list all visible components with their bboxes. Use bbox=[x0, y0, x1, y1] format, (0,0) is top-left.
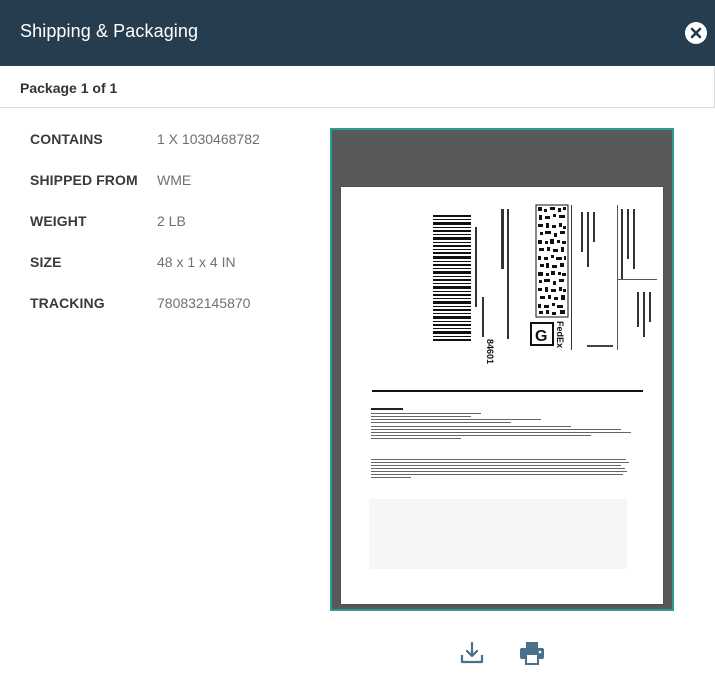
barcode-graphic bbox=[433, 215, 471, 343]
download-button[interactable] bbox=[459, 640, 485, 666]
detail-label: SHIPPED FROM bbox=[30, 172, 138, 188]
package-subheader: Package 1 of 1 bbox=[0, 66, 715, 108]
download-icon bbox=[460, 641, 484, 664]
detail-label: TRACKING bbox=[30, 295, 105, 311]
shipping-label-image: 84601 G FedEx bbox=[369, 204, 657, 569]
preview-toolbar-band bbox=[332, 130, 672, 180]
svg-text:G: G bbox=[535, 328, 547, 345]
fedex-logo-graphic: G FedEx bbox=[530, 321, 565, 348]
print-icon bbox=[520, 642, 544, 665]
qr-code-graphic bbox=[535, 204, 569, 318]
label-actions bbox=[459, 640, 549, 666]
detail-value: 48 x 1 x 4 IN bbox=[157, 254, 236, 270]
detail-label: SIZE bbox=[30, 254, 62, 270]
modal-header: Shipping & Packaging bbox=[0, 0, 715, 66]
close-icon bbox=[686, 23, 706, 43]
detail-value: WME bbox=[157, 172, 192, 188]
svg-text:FedEx: FedEx bbox=[555, 321, 565, 348]
detail-label: WEIGHT bbox=[30, 213, 87, 229]
close-button[interactable] bbox=[685, 22, 707, 44]
detail-value: 780832145870 bbox=[157, 295, 251, 311]
shipping-label-preview[interactable]: 84601 G FedEx bbox=[330, 128, 674, 611]
svg-text:84601: 84601 bbox=[485, 339, 495, 364]
label-page: 84601 G FedEx bbox=[341, 187, 663, 604]
detail-label: CONTAINS bbox=[30, 131, 103, 147]
detail-value: 2 LB bbox=[157, 213, 186, 229]
modal-title: Shipping & Packaging bbox=[20, 21, 199, 41]
zip-code-graphic: 84601 bbox=[485, 339, 495, 364]
shipping-packaging-modal: Shipping & Packaging Package 1 of 1 CONT… bbox=[0, 0, 715, 673]
print-button[interactable] bbox=[519, 640, 545, 666]
detail-value: 1 X 1030468782 bbox=[157, 131, 260, 147]
package-count-label: Package 1 of 1 bbox=[20, 80, 118, 96]
